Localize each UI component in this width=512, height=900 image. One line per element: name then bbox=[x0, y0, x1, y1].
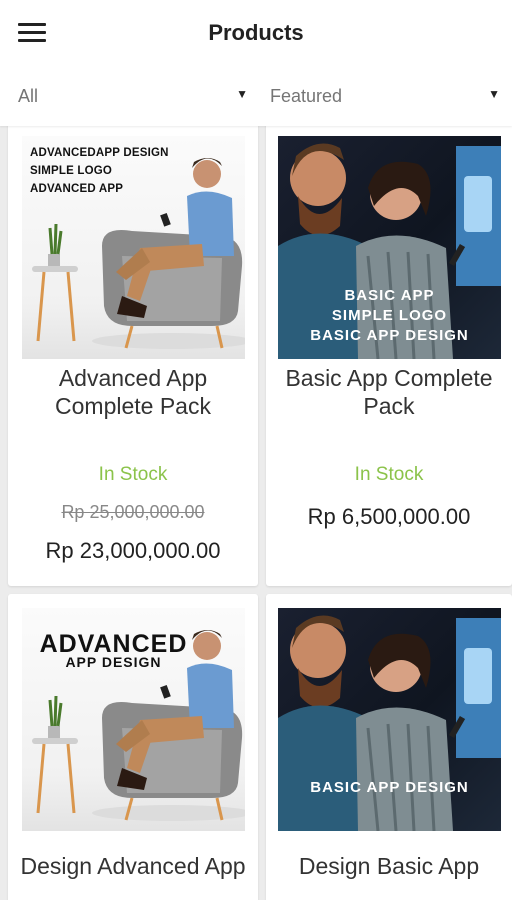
product-price: Rp 6,500,000.00 bbox=[307, 504, 471, 529]
dropdown-arrow-icon: ▼ bbox=[236, 87, 248, 101]
original-price: Rp 25,000,000.00 bbox=[61, 502, 205, 522]
image-caption-line: SIMPLE LOGO bbox=[331, 307, 448, 324]
product-card-advanced-app-complete-pack[interactable]: ADVANCEDAPP DESIGN SIMPLE LOGO ADVANCED … bbox=[8, 112, 258, 586]
product-name[interactable]: Basic App Complete Pack bbox=[270, 364, 508, 420]
image-caption-line: BASIC APP DESIGN bbox=[310, 779, 469, 796]
dropdown-arrow-icon: ▼ bbox=[488, 87, 500, 101]
sort-filter-value: Featured bbox=[270, 86, 343, 106]
category-filter-dropdown[interactable]: All ▼ bbox=[18, 80, 248, 112]
product-image: ADVANCEDAPP DESIGN SIMPLE LOGO ADVANCED … bbox=[22, 136, 245, 359]
product-name[interactable]: Design Advanced App bbox=[12, 852, 254, 880]
image-caption-line: BASIC APP bbox=[344, 287, 435, 304]
sort-filter-dropdown[interactable]: Featured ▼ bbox=[270, 80, 500, 112]
product-card-design-advanced-app[interactable]: ADVANCED APP DESIGN Design Advanced App bbox=[8, 594, 258, 900]
product-image: BASIC APP SIMPLE LOGO BASIC APP DESIGN bbox=[278, 136, 501, 359]
top-app-bar: Products All ▼ Featured ▼ bbox=[0, 0, 512, 126]
product-card-basic-app-complete-pack[interactable]: BASIC APP SIMPLE LOGO BASIC APP DESIGN B… bbox=[266, 112, 512, 586]
page-title: Products bbox=[208, 20, 304, 45]
stock-status: In Stock bbox=[354, 464, 424, 485]
man-in-chair-illustration bbox=[32, 158, 245, 349]
stock-status: In Stock bbox=[98, 464, 168, 485]
category-filter-value: All bbox=[18, 86, 39, 106]
image-caption-line: BASIC APP DESIGN bbox=[310, 327, 469, 344]
product-price: Rp 23,000,000.00 bbox=[45, 538, 221, 563]
product-name[interactable]: Design Basic App bbox=[270, 852, 508, 880]
man-in-chair-illustration bbox=[32, 630, 245, 821]
product-card-design-basic-app[interactable]: BASIC APP DESIGN Design Basic App bbox=[266, 594, 512, 900]
product-image: ADVANCED APP DESIGN bbox=[22, 608, 245, 831]
product-name[interactable]: Advanced App Complete Pack bbox=[12, 364, 254, 420]
product-image: BASIC APP DESIGN bbox=[278, 608, 501, 831]
